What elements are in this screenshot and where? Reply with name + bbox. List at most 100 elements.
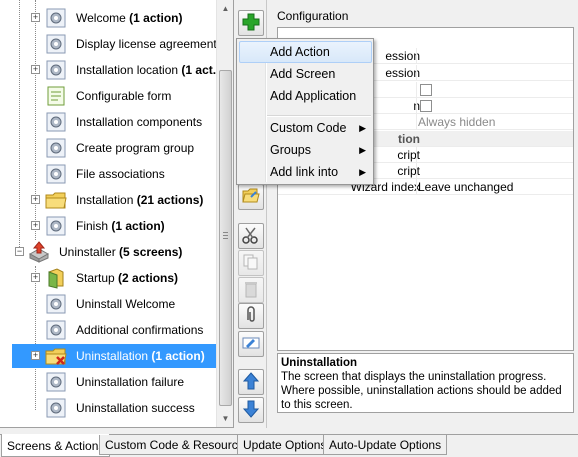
description-text: The screen that displays the uninstallat…: [281, 371, 562, 411]
tree-item-welcome[interactable]: + Welcome (1 action): [30, 6, 185, 30]
menu-item-label: Add Screen: [270, 67, 336, 81]
menu-item-label: Add Action: [270, 45, 330, 59]
form-icon: [45, 85, 67, 107]
link-button[interactable]: [238, 303, 264, 329]
submenu-arrow-icon: ▶: [359, 123, 366, 133]
tree-item-installation[interactable]: + Installation (21 actions): [30, 188, 206, 212]
menu-item-label: Add Application: [270, 89, 357, 103]
tree-item-label: Uninstall Welcome: [76, 297, 176, 311]
copy-button[interactable]: [238, 250, 264, 276]
tree-item-configurable-form[interactable]: Configurable form: [45, 84, 174, 108]
menu-item-label: Groups: [270, 143, 311, 157]
tree-item-additional-confirmations[interactable]: Additional confirmations: [45, 318, 206, 342]
gear-icon: [45, 293, 67, 315]
tree-item-label: Display license agreement: [76, 37, 217, 51]
paperclip-icon: [243, 305, 259, 327]
gear-icon: [45, 397, 67, 419]
tree-item-label: Installation location (1 act...: [76, 63, 223, 77]
move-up-button[interactable]: [238, 369, 264, 395]
tree-item-uninstallation[interactable]: + Uninstallation (1 action): [12, 344, 216, 368]
menu-item-custom-code[interactable]: Custom Code ▶: [239, 117, 372, 139]
tree-item-startup[interactable]: + Startup (2 actions): [30, 266, 181, 290]
gear-icon: [45, 59, 67, 81]
category-name: tion: [398, 132, 420, 146]
move-down-button[interactable]: [238, 397, 264, 423]
gear-icon: [45, 7, 67, 29]
property-name: ession: [385, 49, 420, 63]
tree-scrollbar[interactable]: ▲ ▼: [216, 0, 233, 427]
tab-auto-update-options[interactable]: Auto-Update Options: [323, 435, 448, 455]
tree-item-finish[interactable]: + Finish (1 action): [30, 214, 168, 238]
tree-item-label: Startup (2 actions): [76, 271, 179, 285]
tree-item-uninstall-success[interactable]: Uninstallation success: [45, 396, 198, 420]
tree-item-label: Welcome (1 action): [76, 11, 183, 25]
expand-toggle[interactable]: +: [31, 221, 40, 230]
open-folder-button[interactable]: [238, 184, 264, 210]
gear-icon: [45, 137, 67, 159]
edit-field-icon: [242, 335, 260, 354]
submenu-arrow-icon: ▶: [359, 145, 366, 155]
expand-toggle[interactable]: +: [31, 273, 40, 282]
property-checkbox[interactable]: [420, 84, 432, 96]
tree-item-program-group[interactable]: Create program group: [45, 136, 197, 160]
tab-screens-actions[interactable]: Screens & Actions: [1, 434, 111, 457]
tree-item-label: Additional confirmations: [76, 323, 204, 337]
tab-label: Screens & Actions: [7, 439, 105, 453]
scroll-up-arrow[interactable]: ▲: [217, 0, 233, 17]
bottom-tab-bar: Screens & Actions Custom Code & Resource…: [0, 434, 578, 457]
collapse-toggle[interactable]: −: [15, 247, 24, 256]
tree-item-uninstaller[interactable]: − Uninstaller (5 screens): [14, 240, 185, 264]
tab-label: Auto-Update Options: [329, 438, 442, 452]
menu-item-label: Add link into: [270, 165, 339, 179]
menu-item-add-application[interactable]: Add Application: [239, 85, 372, 107]
tab-update-options[interactable]: Update Options: [237, 435, 333, 455]
tree-item-install-location[interactable]: + Installation location (1 act...: [30, 58, 226, 82]
scroll-down-arrow[interactable]: ▼: [217, 410, 233, 427]
tree-item-components[interactable]: Installation components: [45, 110, 205, 134]
tree-item-uninstall-failure[interactable]: Uninstallation failure: [45, 370, 187, 394]
expand-toggle[interactable]: +: [31, 195, 40, 204]
folder-open-icon: [242, 188, 260, 207]
screens-tree[interactable]: + Welcome (1 action) Display license agr…: [0, 0, 234, 428]
menu-item-add-action[interactable]: Add Action: [239, 41, 372, 63]
tree-connector: [19, 0, 20, 253]
tree-item-license[interactable]: Display license agreement: [45, 32, 220, 56]
expand-toggle[interactable]: +: [31, 65, 40, 74]
tree-item-label: Uninstallation (1 action): [73, 347, 208, 365]
scroll-grip-icon: [223, 232, 228, 239]
tree-item-file-associations[interactable]: File associations: [45, 162, 168, 186]
property-value[interactable]: Always hidden: [418, 115, 495, 129]
gear-icon: [45, 111, 67, 133]
gear-icon: [45, 163, 67, 185]
cut-button[interactable]: [238, 223, 264, 249]
menu-item-groups[interactable]: Groups ▶: [239, 139, 372, 161]
gear-icon: [45, 319, 67, 341]
tree-item-uninstall-welcome[interactable]: Uninstall Welcome: [45, 292, 178, 316]
expand-toggle[interactable]: +: [31, 13, 40, 22]
uninstaller-icon: [28, 241, 50, 263]
tab-label: Custom Code & Resources: [105, 438, 251, 452]
scissors-icon: [242, 226, 260, 247]
gear-icon: [45, 215, 67, 237]
submenu-arrow-icon: ▶: [359, 167, 366, 177]
menu-item-add-screen[interactable]: Add Screen: [239, 63, 372, 85]
tree-item-label: Create program group: [76, 141, 195, 155]
delete-button[interactable]: [238, 277, 264, 303]
description-panel: Uninstallation The screen that displays …: [277, 353, 574, 413]
plus-icon: [242, 13, 260, 34]
tree-item-label: Finish (1 action): [76, 219, 165, 233]
menu-item-add-link-into[interactable]: Add link into ▶: [239, 161, 372, 183]
tree-item-label: Uninstaller (5 screens): [59, 245, 183, 259]
rename-button[interactable]: [238, 331, 264, 357]
gear-icon: [45, 33, 67, 55]
tab-label: Update Options: [243, 438, 327, 452]
gear-icon: [45, 371, 67, 393]
tab-custom-code-resources[interactable]: Custom Code & Resources: [99, 435, 257, 455]
expand-toggle[interactable]: +: [31, 351, 40, 360]
property-value[interactable]: Leave unchanged: [418, 180, 513, 194]
add-button[interactable]: [238, 10, 264, 36]
tree-item-label: Configurable form: [76, 89, 172, 103]
scroll-thumb[interactable]: [219, 70, 232, 406]
property-checkbox[interactable]: [420, 100, 432, 112]
arrow-up-icon: [242, 371, 260, 393]
